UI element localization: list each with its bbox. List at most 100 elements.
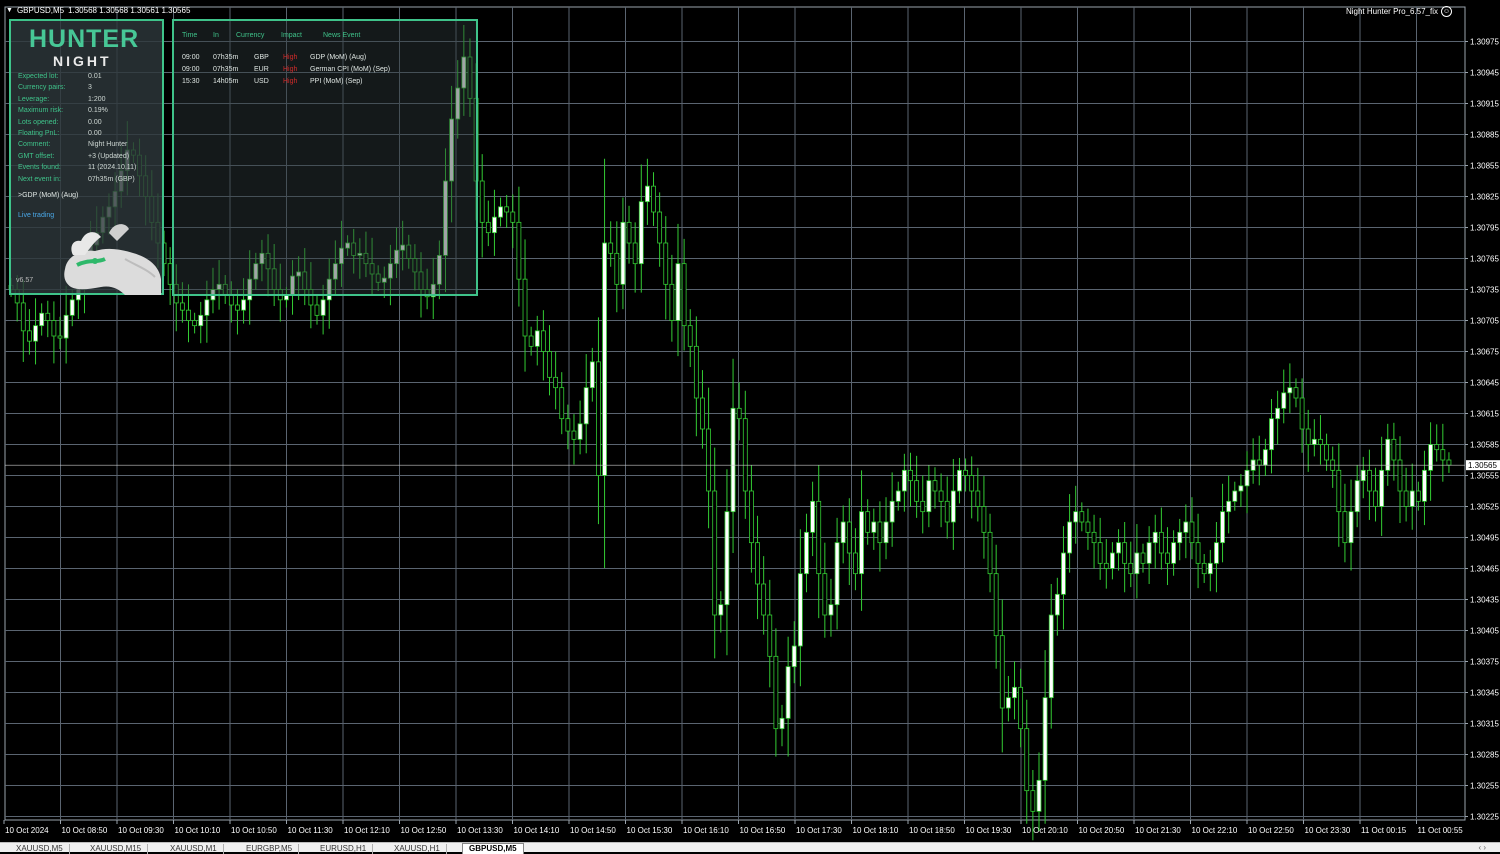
bull-candle <box>1281 392 1287 409</box>
info-value: 3 <box>88 84 92 92</box>
bear-candle <box>553 376 559 389</box>
y-tick-label: 1.30885 <box>1470 131 1499 140</box>
y-tick-label: 1.30735 <box>1470 286 1499 295</box>
bear-candle <box>57 335 63 339</box>
bull-candle <box>1177 531 1183 544</box>
event-countdown: 07h35m <box>213 54 239 61</box>
tab-scroll-icon[interactable]: ‹ › <box>1478 843 1486 852</box>
bear-candle <box>314 304 320 316</box>
event-time: 09:00 <box>182 66 200 73</box>
bear-candle <box>749 490 754 544</box>
bull-candle <box>583 387 589 425</box>
info-label: Next event in: <box>18 175 61 183</box>
collapse-arrow-icon[interactable]: ▼ <box>6 7 13 14</box>
chart-tab[interactable]: EURGBP,M5 <box>240 844 300 854</box>
bull-candle <box>1171 542 1177 564</box>
bear-candle <box>608 242 614 254</box>
bear-candle <box>999 635 1005 709</box>
info-row: Next event in: 07h35m (GBP) <box>18 176 136 187</box>
x-tick-label: 10 Oct 16:10 <box>683 826 729 835</box>
bear-candle <box>1189 521 1195 544</box>
expert-advisor-label[interactable]: Night Hunter Pro_6.57_fix ☺ <box>1346 6 1452 17</box>
info-value: 07h35m (GBP) <box>88 175 135 183</box>
bear-candle <box>1397 459 1403 492</box>
bull-candle <box>204 299 210 316</box>
chart-tab[interactable]: XAUUSD,M5 <box>10 844 70 854</box>
bear-candle <box>485 221 491 234</box>
bear-candle <box>1434 444 1440 451</box>
x-tick-label: 10 Oct 17:30 <box>796 826 842 835</box>
chart-tab[interactable]: EURUSD,H1 <box>314 844 374 854</box>
y-tick-label: 1.30255 <box>1470 782 1499 791</box>
bear-candle <box>693 345 699 399</box>
bull-candle <box>1134 552 1140 575</box>
bull-candle <box>828 604 834 616</box>
x-tick-label: 10 Oct 18:50 <box>909 826 955 835</box>
trading-mode: Live trading <box>18 212 55 219</box>
bear-candle <box>944 500 950 523</box>
y-tick-label: 1.30825 <box>1470 193 1499 202</box>
bear-candle <box>1103 562 1109 569</box>
bull-candle <box>871 521 877 533</box>
bull-candle <box>1379 469 1385 507</box>
x-tick-label: 10 Oct 21:30 <box>1135 826 1181 835</box>
y-tick-label: 1.30615 <box>1470 410 1499 419</box>
bear-candle <box>516 221 522 280</box>
mascot-bull-icon <box>64 224 161 295</box>
y-tick-label: 1.30585 <box>1470 441 1499 450</box>
event-countdown: 14h05m <box>213 78 239 85</box>
chart-tab[interactable]: XAUUSD,M15 <box>84 844 149 854</box>
event-countdown: 07h35m <box>213 66 239 73</box>
y-tick-label: 1.30405 <box>1470 627 1499 636</box>
bull-candle <box>644 185 650 203</box>
chart-tab[interactable]: XAUUSD,M1 <box>164 844 224 854</box>
info-panel: HUNTER NIGHT Expected lot: 0.01 Currency p… <box>9 19 164 295</box>
y-tick-label: 1.30225 <box>1470 813 1499 822</box>
x-tick-label: 10 Oct 16:50 <box>740 826 786 835</box>
bear-candle <box>1091 531 1097 544</box>
bear-candle <box>736 407 742 420</box>
bear-candle <box>1299 397 1305 430</box>
bear-candle <box>681 263 687 327</box>
event-title: PPI (MoM) (Sep) <box>310 78 363 85</box>
chart-tab[interactable]: GBPUSD,M5 <box>462 843 524 854</box>
x-tick-label: 10 Oct 10:50 <box>231 826 277 835</box>
info-rows: Expected lot: 0.01 Currency pairs: 3 Leverag… <box>18 73 136 187</box>
bear-candle <box>663 242 669 285</box>
bull-candle <box>39 312 45 327</box>
bear-candle <box>1165 552 1170 564</box>
bull-candle <box>1226 500 1232 513</box>
y-tick-label: 1.30765 <box>1470 255 1499 264</box>
y-tick-label: 1.30855 <box>1470 162 1499 171</box>
info-label: GMT offset: <box>18 152 55 160</box>
bear-candle <box>846 521 852 554</box>
bear-candle <box>1140 552 1146 564</box>
y-tick-label: 1.30915 <box>1470 100 1499 109</box>
bear-candle <box>1018 686 1024 730</box>
bear-candle <box>657 211 663 244</box>
bear-candle <box>547 351 552 378</box>
x-tick-label: 10 Oct 18:10 <box>853 826 899 835</box>
bear-candle <box>192 320 198 327</box>
info-value: 0.01 <box>88 73 102 80</box>
chart-tab[interactable]: XAUUSD,H1 <box>388 844 447 854</box>
bear-candle <box>51 320 57 337</box>
x-tick-label: 10 Oct 15:30 <box>627 826 673 835</box>
bull-candle <box>1262 449 1268 466</box>
bull-candle <box>1385 438 1391 471</box>
x-tick-label: 10 Oct 20:50 <box>1079 826 1125 835</box>
bull-candle <box>1354 480 1360 513</box>
version-label: v6.57 <box>16 277 34 284</box>
bear-candle <box>1201 562 1207 575</box>
x-tick-label: 10 Oct 22:50 <box>1248 826 1294 835</box>
bull-candle <box>797 573 803 647</box>
x-tick-label: 11 Oct 00:15 <box>1361 826 1407 835</box>
bull-candle <box>810 500 816 533</box>
event-currency: GBP <box>254 54 269 61</box>
bear-candle <box>1195 542 1201 564</box>
bear-candle <box>1128 562 1134 575</box>
y-tick-label: 1.30495 <box>1470 534 1499 543</box>
info-row: Expected lot: 0.01 <box>18 73 136 84</box>
smiley-icon[interactable]: ☺ <box>1441 6 1452 17</box>
col-impact: Impact <box>281 32 303 39</box>
